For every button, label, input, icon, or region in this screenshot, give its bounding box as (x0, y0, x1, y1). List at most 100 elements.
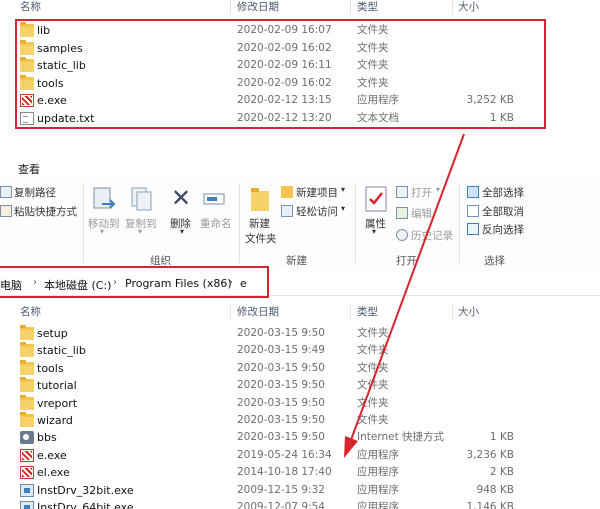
file-name: wizard (37, 414, 73, 427)
file-type: 应用程序 (357, 466, 399, 479)
rename-icon (203, 193, 225, 205)
new-item-chevron-icon: ▾ (341, 185, 346, 194)
file-row[interactable]: e.exe 2019-05-24 16:34 应用程序 3,236 KB (0, 447, 600, 464)
file-date: 2020-03-15 9:50 (237, 327, 325, 339)
file-name: InstDrv_64bit.exe (37, 501, 134, 509)
easy-access-icon (281, 205, 293, 217)
group-select-label: 选择 (484, 255, 505, 267)
installer-icon (20, 483, 34, 497)
easy-access-chevron-icon: ▾ (341, 204, 346, 213)
column-type[interactable]: 类型 (357, 0, 378, 14)
file-type: 应用程序 (357, 448, 399, 461)
file-date: 2019-05-24 16:34 (237, 448, 332, 461)
column-size[interactable]: 大小 (458, 0, 479, 14)
file-date: 2009-12-15 9:32 (237, 483, 325, 496)
file-size: 1,146 KB (466, 501, 515, 509)
new-item-icon (281, 186, 293, 198)
file-size: 2 KB (489, 466, 514, 479)
file-row[interactable]: tutorial 2020-03-15 9:50 文件夹 (0, 377, 600, 394)
top-highlight-box (15, 19, 546, 129)
file-size: 1 KB (489, 431, 514, 444)
column-size[interactable]: 大小 (458, 305, 479, 319)
properties-icon (365, 186, 387, 212)
move-to-chevron-icon: ▾ (100, 227, 105, 236)
open-chevron-icon: ▾ (436, 185, 441, 194)
file-row[interactable]: wizard 2020-03-15 9:50 文件夹 (0, 412, 600, 429)
file-type: 应用程序 (357, 501, 399, 509)
history-button[interactable]: 历史记录 (411, 228, 453, 243)
new-item-button[interactable]: 新建项目 (296, 185, 338, 200)
file-type: 文件夹 (357, 327, 389, 339)
file-date: 2014-10-18 17:40 (237, 466, 332, 479)
delete-x-icon: ✕ (171, 184, 192, 212)
file-date: 2020-03-15 9:50 (237, 379, 325, 392)
file-row[interactable]: tools 2020-03-15 9:50 文件夹 (0, 359, 600, 377)
file-date: 2009-12-07 9:54 (237, 501, 325, 509)
installer-icon (20, 501, 34, 509)
file-type: Internet 快捷方式 (357, 431, 445, 444)
exe-icon (20, 466, 34, 480)
paste-shortcut-button[interactable]: 粘贴快捷方式 (14, 204, 77, 219)
new-folder-icon (251, 188, 269, 211)
file-type: 文件夹 (357, 344, 389, 357)
file-type: 文件夹 (357, 396, 389, 409)
open-button[interactable]: 打开 (411, 185, 432, 200)
file-type: 文件夹 (357, 379, 389, 392)
internet-shortcut-icon (20, 431, 34, 445)
file-name: tools (37, 361, 64, 375)
screenshot-composite: 名称 修改日期 类型 大小 lib 2020-02-09 16:07 文件夹 samp… (0, 0, 600, 509)
select-all-button[interactable]: 全部选择 (482, 185, 524, 200)
address-highlight-box (0, 266, 269, 298)
easy-access-button[interactable]: 轻松访问 (296, 204, 338, 219)
file-name: setup (37, 327, 68, 340)
copy-to-icon (131, 187, 152, 211)
edit-button[interactable]: 编辑 (411, 206, 432, 221)
column-date[interactable]: 修改日期 (237, 0, 279, 14)
select-all-icon (467, 186, 479, 198)
file-type: 文件夹 (357, 414, 389, 426)
file-row[interactable]: InstDrv_64bit.exe 2009-12-07 9:54 应用程序 1,14… (0, 499, 600, 509)
file-size: 948 KB (476, 483, 514, 496)
column-date[interactable]: 修改日期 (237, 305, 279, 319)
file-name: InstDrv_32bit.exe (37, 483, 134, 497)
file-date: 2020-03-15 9:49 (237, 344, 325, 357)
file-row[interactable]: vreport 2020-03-15 9:50 文件夹 (0, 394, 600, 412)
file-row[interactable]: el.exe 2014-10-18 17:40 应用程序 2 KB (0, 464, 600, 481)
history-icon (396, 229, 408, 241)
column-name[interactable]: 名称 (20, 305, 41, 319)
copy-path-button[interactable]: 复制路径 (14, 185, 56, 200)
folder-icon (20, 377, 34, 393)
exe-icon (20, 448, 34, 462)
group-new-label: 新建 (286, 255, 307, 267)
open-icon (396, 186, 408, 198)
folder-icon (20, 325, 34, 340)
file-date: 2020-03-15 9:50 (237, 431, 325, 444)
new-folder-label-1[interactable]: 新建 (249, 216, 270, 231)
delete-chevron-icon: ▾ (180, 227, 185, 236)
new-folder-label-2[interactable]: 文件夹 (245, 231, 277, 246)
tab-view[interactable]: 查看 (18, 161, 40, 177)
file-date: 2020-03-15 9:50 (237, 361, 325, 374)
folder-icon (20, 342, 34, 358)
select-none-icon (467, 205, 479, 217)
column-type[interactable]: 类型 (357, 305, 378, 319)
file-row[interactable]: InstDrv_32bit.exe 2009-12-15 9:32 应用程序 948 … (0, 482, 600, 499)
invert-selection-button[interactable]: 反向选择 (482, 222, 524, 237)
column-name[interactable]: 名称 (20, 0, 41, 14)
file-date: 2020-03-15 9:50 (237, 414, 325, 426)
copy-path-icon (0, 186, 12, 198)
rename-button[interactable]: 重命名 (200, 216, 232, 231)
bottom-column-header: 名称 修改日期 类型 大小 (0, 305, 600, 319)
group-open-label: 打开 (396, 255, 417, 267)
folder-icon (20, 359, 34, 375)
file-name: e.exe (37, 448, 67, 462)
file-row[interactable]: static_lib 2020-03-15 9:49 文件夹 (0, 342, 600, 359)
file-row[interactable]: bbs 2020-03-15 9:50 Internet 快捷方式 1 KB (0, 429, 600, 446)
edit-icon (396, 207, 408, 219)
file-row[interactable]: setup 2020-03-15 9:50 文件夹 (0, 325, 600, 342)
file-type: 应用程序 (357, 483, 399, 496)
file-date: 2020-03-15 9:50 (237, 396, 325, 409)
select-none-button[interactable]: 全部取消 (482, 204, 524, 219)
folder-icon (20, 412, 34, 427)
file-name: bbs (37, 431, 57, 445)
